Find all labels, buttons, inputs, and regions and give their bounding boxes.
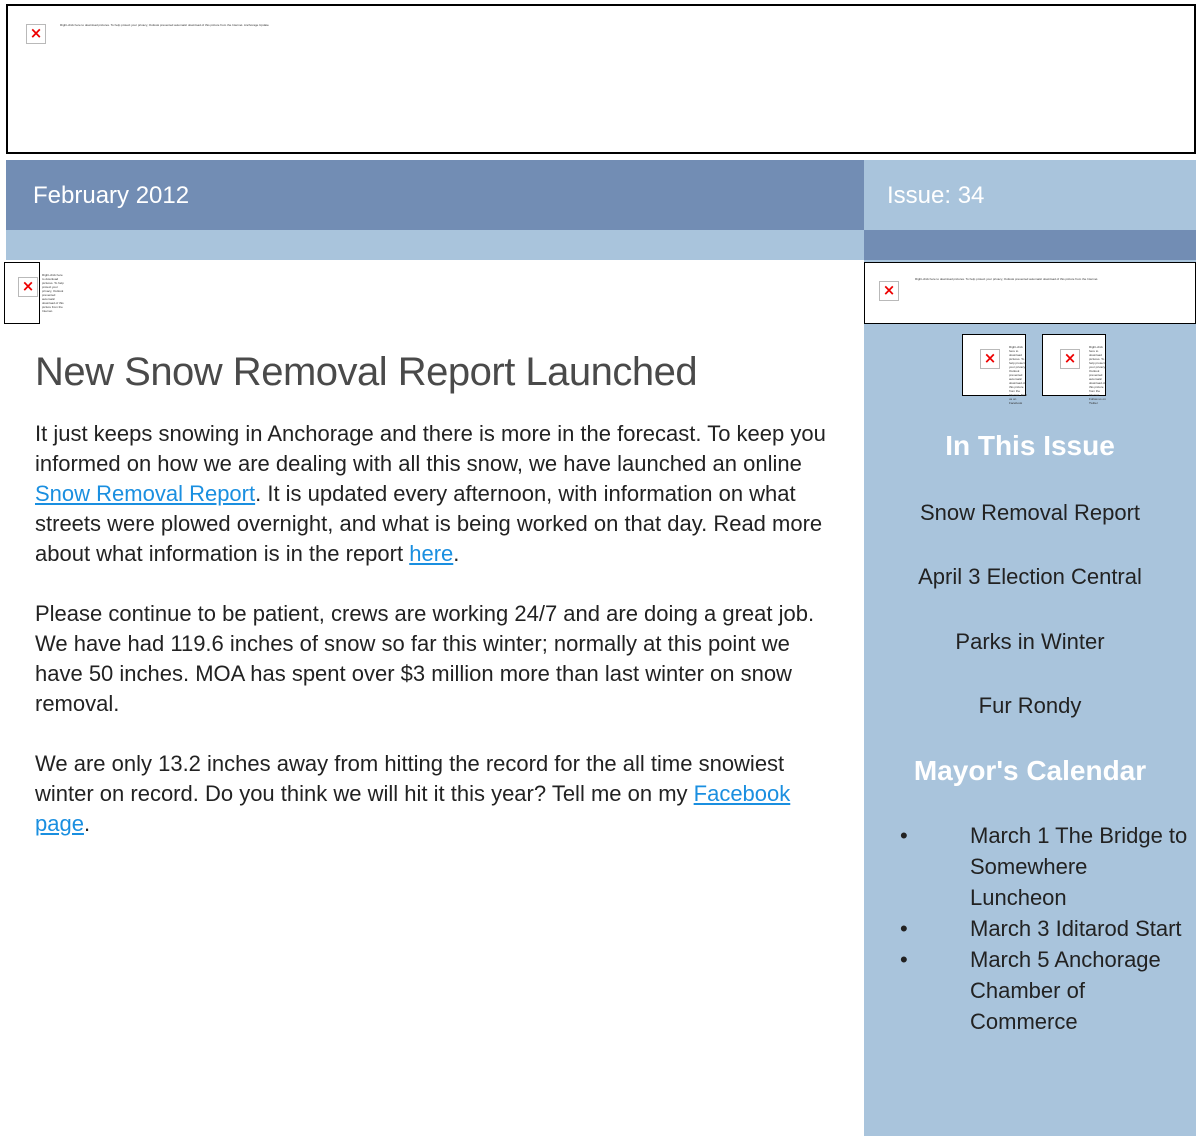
issue-link-snow-removal[interactable]: Snow Removal Report: [864, 500, 1196, 526]
sidebar: × Right-click here to download pictures.…: [864, 260, 1196, 1136]
twitter-image-alt-text: Right-click here to download pictures. T…: [1089, 345, 1106, 405]
in-this-issue-heading: In This Issue: [945, 430, 1115, 461]
report-details-link[interactable]: here: [409, 541, 453, 566]
issue-date: February 2012: [33, 182, 190, 209]
mayors-calendar-heading: Mayor's Calendar: [913, 755, 1147, 786]
bullet-icon: •: [900, 916, 908, 941]
calendar-item: • March 1 The Bridge to Somewhere Luncheo…: [898, 820, 1188, 913]
article-paragraph-2: Please continue to be patient, crews are…: [35, 601, 815, 716]
twitter-image-placeholder[interactable]: × Right-click here to download pictures.…: [1042, 334, 1106, 405]
issue-bar: Issue: 34: [864, 160, 1196, 230]
issue-link-fur-rondy[interactable]: Fur Rondy: [864, 693, 1196, 719]
calendar-item: • March 5 Anchorage Chamber of Commerce: [898, 944, 1188, 1037]
broken-image-icon: ×: [980, 349, 1000, 369]
article-image-alt-text: Right-click here to download pictures. T…: [42, 273, 64, 313]
facebook-image-alt-text: Right-click here to download pictures. T…: [1009, 345, 1027, 405]
article-paragraph-3: We are only 13.2 inches away from hittin…: [35, 751, 791, 836]
issue-link-parks[interactable]: Parks in Winter: [864, 629, 1196, 655]
bullet-icon: •: [900, 823, 908, 848]
date-bar: February 2012: [6, 160, 864, 230]
broken-image-icon: ×: [879, 281, 899, 301]
broken-image-icon: ×: [26, 24, 46, 44]
article-image-placeholder[interactable]: × Right-click here to download pictures.…: [4, 262, 64, 324]
article-title: New Snow Removal Report Launched: [35, 350, 698, 394]
snow-removal-report-link[interactable]: Snow Removal Report: [35, 481, 255, 506]
issue-number: Issue: 34: [887, 182, 985, 209]
header-image-alt-text: Right-click here to download pictures. T…: [60, 23, 269, 27]
divider-strip-right: [864, 230, 1196, 260]
sidebar-image-alt-text: Right-click here to download pictures. T…: [915, 277, 1099, 281]
article-paragraph-1: It just keeps snowing in Anchorage and t…: [35, 421, 826, 566]
facebook-image-placeholder[interactable]: × Right-click here to download pictures.…: [962, 334, 1027, 405]
issue-link-election[interactable]: April 3 Election Central: [864, 564, 1196, 590]
divider-strip-left: [6, 230, 864, 260]
bullet-icon: •: [900, 947, 908, 972]
article: New Snow Removal Report Launched It just…: [35, 350, 835, 869]
broken-image-icon: ×: [1060, 349, 1080, 369]
broken-image-icon: ×: [18, 277, 38, 297]
sidebar-image-placeholder[interactable]: × Right-click here to download pictures.…: [864, 262, 1196, 324]
calendar-item: • March 3 Iditarod Start: [898, 913, 1188, 944]
header-image-placeholder[interactable]: × Right-click here to download pictures.…: [6, 4, 1196, 154]
calendar-list: • March 1 The Bridge to Somewhere Luncheo…: [898, 820, 1188, 1037]
